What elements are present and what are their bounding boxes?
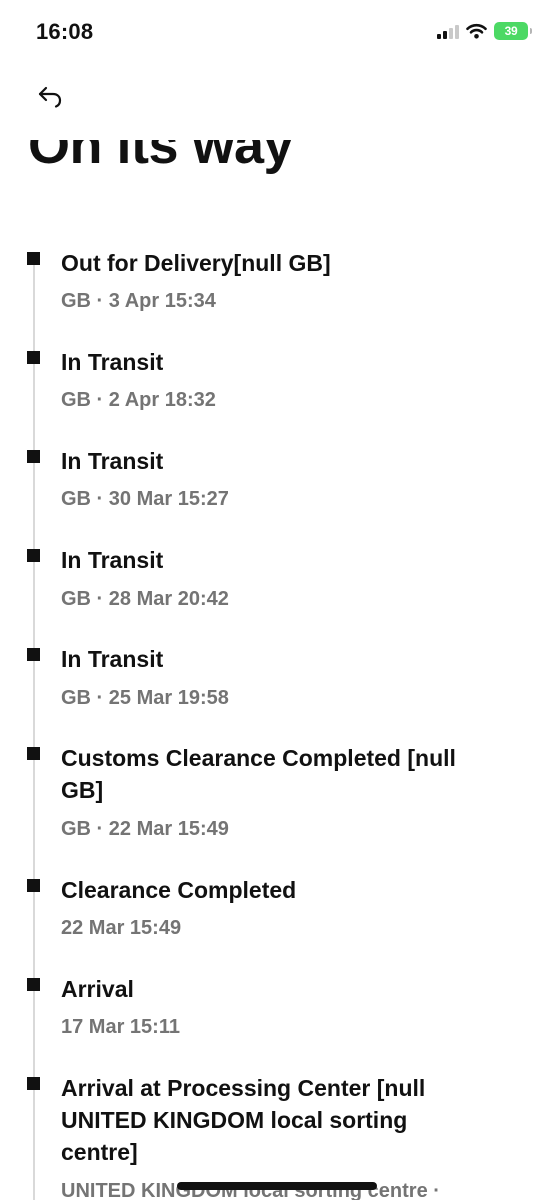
event-meta: 17 Mar 15:11 [61, 1016, 180, 1038]
event-marker [27, 450, 40, 463]
event-meta: GB · 25 Mar 19:58 [61, 687, 229, 709]
event-meta: GB · 28 Mar 20:42 [61, 588, 229, 610]
event-marker [27, 549, 40, 562]
event-marker [27, 1077, 40, 1090]
event-title: Arrival at Processing Center [null UNITE… [61, 1075, 426, 1165]
home-indicator[interactable] [177, 1182, 377, 1190]
event-meta: GB · 30 Mar 15:27 [61, 488, 229, 510]
event-title: Customs Clearance Completed [null GB] [61, 745, 456, 803]
event-title: Out for Delivery[null GB] [61, 250, 331, 276]
event-title: Arrival [61, 976, 134, 1002]
event-title: In Transit [61, 547, 164, 573]
event-title: In Transit [61, 646, 164, 672]
event-marker [27, 351, 40, 364]
event-meta: GB · 3 Apr 15:34 [61, 290, 216, 312]
event-marker [27, 648, 40, 661]
event-list: Out for Delivery[null GB] GB · 3 Apr 15:… [0, 0, 554, 1200]
event-meta: 22 Mar 15:49 [61, 917, 182, 939]
event-title: In Transit [61, 448, 164, 474]
event-title: In Transit [61, 349, 164, 375]
event-marker [27, 879, 40, 892]
event-marker [27, 747, 40, 760]
event-marker [27, 252, 40, 265]
event-marker [27, 978, 40, 991]
event-meta: GB · 2 Apr 18:32 [61, 389, 216, 411]
event-meta: GB · 22 Mar 15:49 [61, 818, 229, 840]
tracking-screen: 16:08 39 On its way Out for Delivery[nul… [0, 0, 554, 1200]
event-title: Clearance Completed [61, 877, 297, 903]
